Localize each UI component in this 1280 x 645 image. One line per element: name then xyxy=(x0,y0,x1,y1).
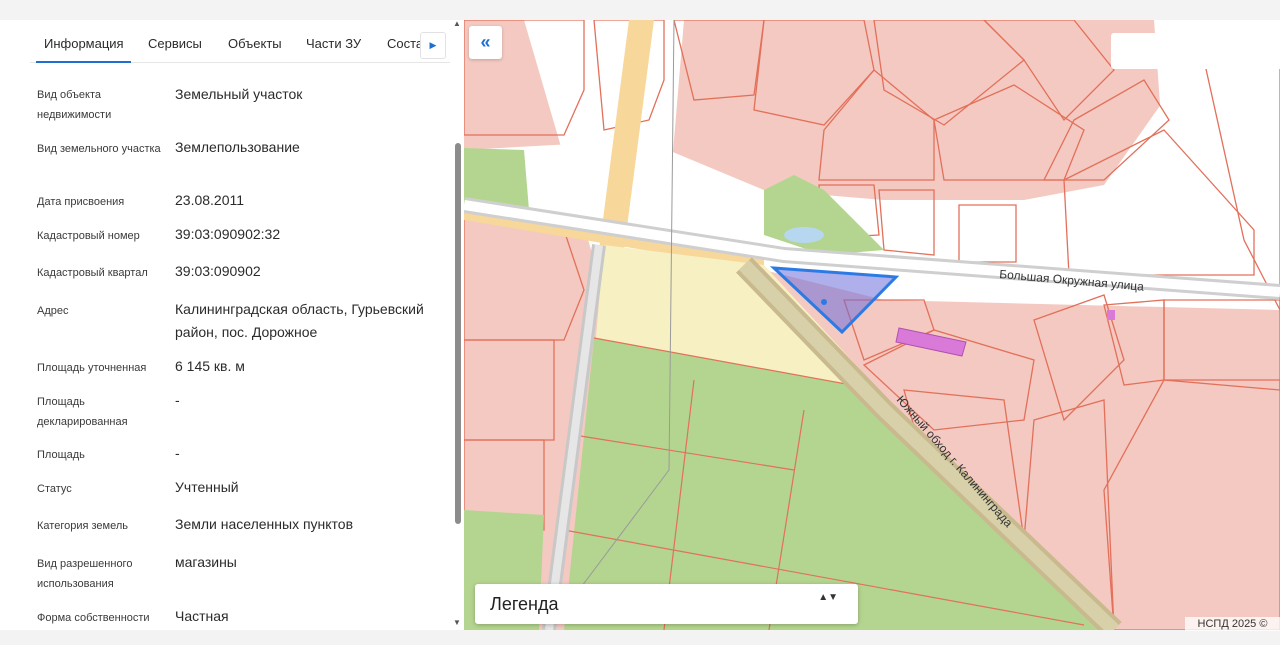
label-object-type: Вид объекта недвижимости xyxy=(37,89,112,121)
value-object-type: Земельный участок xyxy=(175,86,303,102)
legend-dropdown[interactable]: Легенда ▲▼ xyxy=(475,584,858,624)
label-cadastral-quarter: Кадастровый квартал xyxy=(37,267,148,279)
tab-parts[interactable]: Части ЗУ xyxy=(306,36,361,51)
value-area-declared: - xyxy=(175,392,180,408)
label-area-declared: Площадь декларированная xyxy=(37,396,128,428)
label-cadastral-number: Кадастровый номер xyxy=(37,230,140,242)
value-assign-date: 23.08.2011 xyxy=(175,192,245,208)
label-area: Площадь xyxy=(37,449,85,461)
info-panel: Информация Сервисы Объекты Части ЗУ Сост… xyxy=(0,20,464,630)
value-land-category: Земли населенных пунктов xyxy=(175,516,354,532)
label-assign-date: Дата присвоения xyxy=(37,196,125,208)
map-canvas[interactable]: Большая Окружная улица Южный обход г. Ка… xyxy=(464,20,1280,630)
scroll-down-arrow-icon[interactable]: ▼ xyxy=(453,618,461,627)
scroll-up-arrow-icon[interactable]: ▲ xyxy=(453,19,461,28)
value-cadastral-quarter: 39:03:090902 xyxy=(175,263,261,279)
value-area: - xyxy=(175,445,180,461)
tab-objects[interactable]: Объекты xyxy=(228,36,282,51)
label-status: Статус xyxy=(37,483,72,495)
tab-services[interactable]: Сервисы xyxy=(148,36,202,51)
map-view[interactable]: Большая Окружная улица Южный обход г. Ка… xyxy=(464,20,1280,630)
label-permitted-use: Вид разрешенного использования xyxy=(37,558,133,590)
value-ownership: Частная xyxy=(175,608,229,624)
value-permitted-use: магазины xyxy=(175,554,237,570)
value-status: Учтенный xyxy=(175,479,239,495)
value-parcel-type: Землепользование xyxy=(175,139,300,155)
value-area-refined: 6 145 кв. м xyxy=(175,358,245,374)
sort-arrows-icon: ▲▼ xyxy=(818,592,838,603)
map-attribution: НСПД 2025 © xyxy=(1185,617,1280,631)
label-address: Адрес xyxy=(37,305,69,317)
label-ownership: Форма собственности xyxy=(37,612,150,624)
scrollbar-thumb[interactable] xyxy=(455,143,461,524)
value-cadastral-number: 39:03:090902:32 xyxy=(175,226,281,242)
tab-bar: Информация Сервисы Объекты Части ЗУ Сост… xyxy=(30,20,450,63)
tab-composition[interactable]: Соста xyxy=(387,36,423,51)
label-land-category: Категория земель xyxy=(37,520,128,532)
value-address: Калининградская область, Гурьевский райо… xyxy=(175,301,424,340)
tabs-next-button[interactable]: ▶ xyxy=(420,32,446,59)
tab-info[interactable]: Информация xyxy=(36,36,131,63)
map-search-box[interactable] xyxy=(1111,33,1280,69)
double-chevron-left-icon: « xyxy=(480,32,491,52)
label-parcel-type: Вид земельного участка xyxy=(37,143,161,155)
chevron-right-icon: ▶ xyxy=(429,40,437,50)
collapse-panel-button[interactable]: « xyxy=(469,26,502,59)
legend-title: Легенда xyxy=(490,594,559,614)
label-area-refined: Площадь уточненная xyxy=(37,362,147,374)
